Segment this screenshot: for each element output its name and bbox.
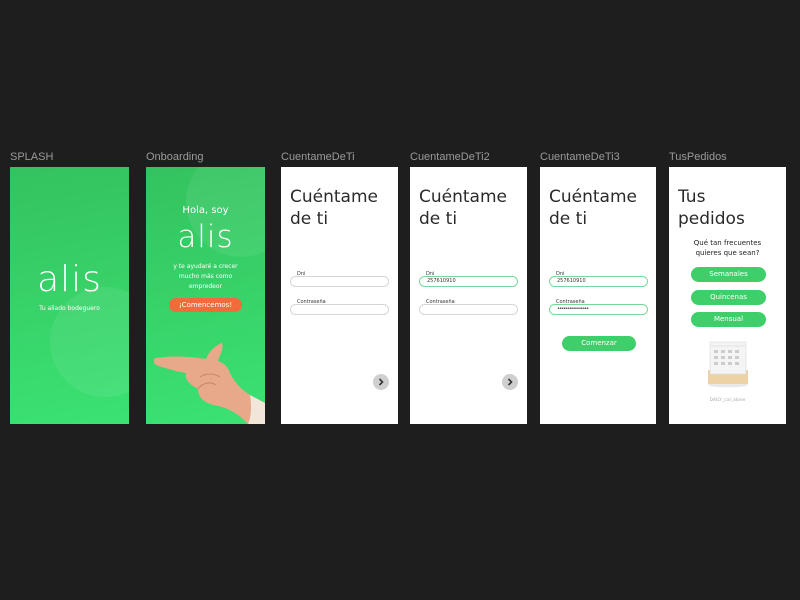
splash-logo: alis <box>37 259 102 300</box>
cuentame1-title-line1: Cuéntame <box>290 187 378 207</box>
dni-field[interactable] <box>290 276 389 287</box>
cuentame3-title-line1: Cuéntame <box>549 187 637 207</box>
dni-field[interactable]: 257610910 <box>549 276 648 287</box>
cuentame2-title-line2: de ti <box>419 209 458 229</box>
pedidos-title-line1: Tus <box>678 187 706 207</box>
onboarding-greeting: Hola, soy <box>182 205 229 216</box>
cuentame1-screen: Cuéntame de ti Dni Contraseña <box>281 167 398 424</box>
chevron-right-icon <box>378 378 384 386</box>
cuentame3-screen: Cuéntame de ti Dni 257610910 Contraseña … <box>540 167 656 424</box>
onboarding-desc-line1: y te ayudaré a crecer <box>173 263 238 270</box>
comenzar-button[interactable]: Comenzar <box>562 336 636 351</box>
onboarding-desc-line3: empredeor <box>188 283 222 290</box>
next-button[interactable] <box>373 374 389 390</box>
frame-label-cuentame1: CuentameDeTi <box>281 151 355 163</box>
dni-field[interactable]: 257610910 <box>419 276 518 287</box>
calendar-icon <box>708 341 748 388</box>
pedidos-title-line2: pedidos <box>678 209 745 229</box>
password-field[interactable]: •••••••••••••••• <box>549 304 648 315</box>
chevron-right-icon <box>507 378 513 386</box>
frame-label-pedidos: TusPedidos <box>669 151 727 163</box>
onboarding-desc-line2: mucho más como <box>178 273 233 280</box>
cuentame2-title-line1: Cuéntame <box>419 187 507 207</box>
splash-tagline: Tu aliado bodeguero <box>39 305 100 312</box>
frame-label-cuentame2: CuentameDeTi2 <box>410 151 490 163</box>
pedidos-question-line1: Qué tan frecuentes <box>693 239 762 247</box>
start-button[interactable]: ¡Comencemos! <box>169 298 242 312</box>
calendar-caption: DAILY_cal_alone <box>709 398 746 403</box>
frame-label-cuentame3: CuentameDeTi3 <box>540 151 620 163</box>
option-mensual-button[interactable]: Mensual <box>691 312 766 327</box>
password-field[interactable] <box>419 304 518 315</box>
cuentame2-screen: Cuéntame de ti Dni 257610910 Contraseña <box>410 167 527 424</box>
cuentame1-title-line2: de ti <box>290 209 329 229</box>
pedidos-screen: Tus pedidos Qué tan frecuentes quieres q… <box>669 167 786 424</box>
pedidos-question-line2: quieres que sean? <box>695 249 760 257</box>
cuentame3-title-line2: de ti <box>549 209 588 229</box>
frame-label-onboarding: Onboarding <box>146 151 204 163</box>
onboarding-logo: alis <box>177 219 234 255</box>
password-field[interactable] <box>290 304 389 315</box>
option-quincenas-button[interactable]: Quincenas <box>691 290 766 305</box>
decorative-circle <box>50 287 129 397</box>
pointing-hand-image <box>154 343 265 424</box>
frame-label-splash: SPLASH <box>10 151 54 163</box>
option-semanales-button[interactable]: Semanales <box>691 267 766 282</box>
onboarding-screen: Hola, soy alis y te ayudaré a crecer muc… <box>146 167 265 424</box>
next-button[interactable] <box>502 374 518 390</box>
splash-screen: alis Tu aliado bodeguero <box>10 167 129 424</box>
